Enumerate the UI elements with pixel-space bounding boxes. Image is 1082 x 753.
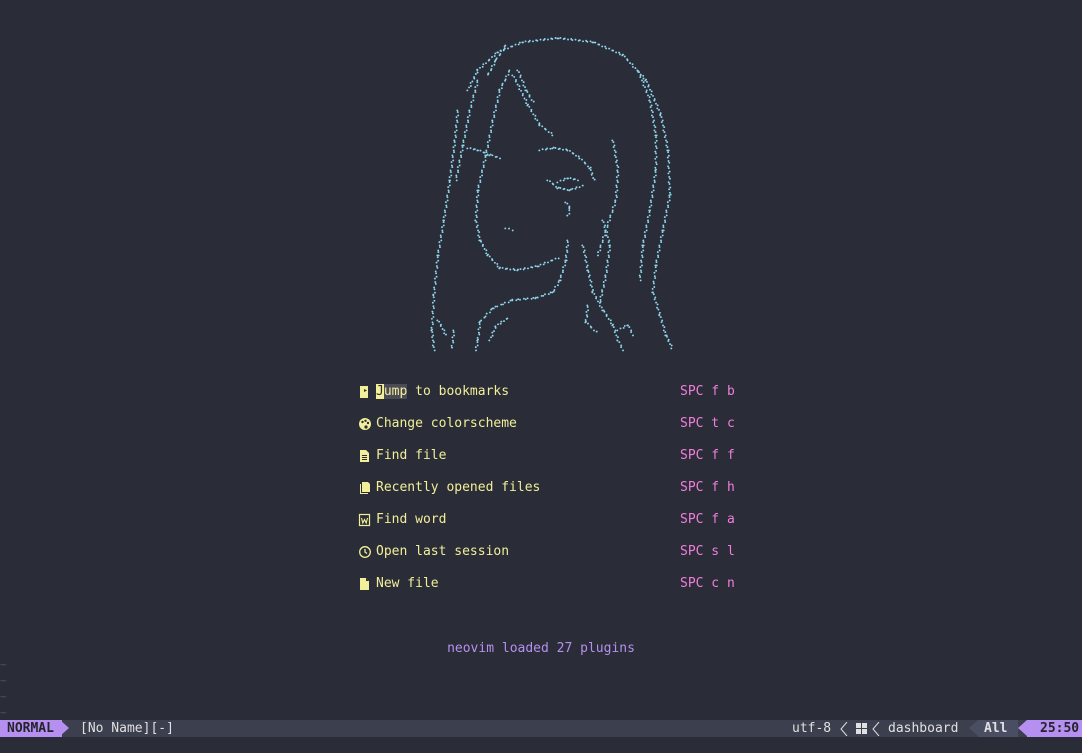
mode-indicator: NORMAL [0,720,62,737]
shortcut-key: SPC f h [680,480,735,495]
files-icon [360,482,370,494]
plugins-loaded-footer: neovim loaded 27 plugins [447,641,635,656]
statusline: NORMAL [No Name][-] utf-8 dashboard All … [0,720,1082,737]
shortcut-key: SPC c n [680,576,735,591]
menu-item-new-file[interactable]: New file SPC c n [358,575,748,593]
shortcut-key: SPC f a [680,512,735,527]
menu-item-jump-to-bookmarks[interactable]: Jump to bookmarks SPC f b [358,383,748,401]
cursor-location: 25:50 [1040,721,1080,736]
new-file-icon [360,578,369,590]
mode-separator [60,720,69,736]
empty-line-marker: ~ [0,658,7,671]
menu-item-change-colorscheme[interactable]: Change colorscheme SPC t c [358,415,748,433]
palette-icon [359,418,371,430]
menu-item-find-file[interactable]: Find file SPC f f [358,447,748,465]
empty-line-marker: ~ [0,674,7,687]
buffer-name: [No Name][-] [80,721,174,736]
dashboard-header-art [430,36,673,352]
scroll-position: All [984,721,1008,736]
history-icon [359,546,371,558]
shortcut-key: SPC t c [680,416,735,431]
chevron-left-icon [840,722,848,736]
chevron-left-icon [872,722,880,736]
menu-item-open-last-session[interactable]: Open last session SPC s l [358,543,748,561]
windows-icon [856,723,867,734]
command-line[interactable] [0,737,1082,753]
menu-item-find-word[interactable]: Find word SPC f a [358,511,748,529]
shortcut-key: SPC f f [680,448,735,463]
shortcut-key: SPC f b [680,384,735,399]
cursor: J [376,384,384,399]
file-type: dashboard [888,721,959,736]
position-separator [969,720,978,736]
file-encoding: utf-8 [792,721,832,736]
word-icon [358,513,371,527]
file-icon [360,450,369,462]
time-separator [1018,720,1027,736]
shortcut-key: SPC s l [680,544,735,559]
empty-line-marker: ~ [0,690,7,703]
bookmark-icon [360,386,368,398]
empty-line-marker: ~ [0,706,7,719]
menu-item-recently-opened-files[interactable]: Recently opened files SPC f h [358,479,748,497]
